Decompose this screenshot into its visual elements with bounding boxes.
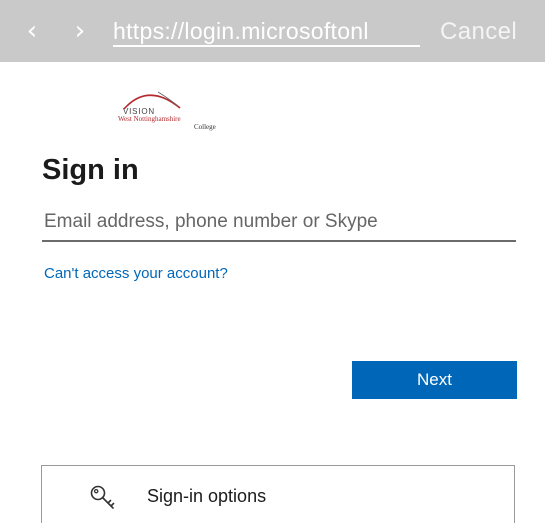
cancel-button[interactable]: Cancel	[440, 17, 517, 47]
page-title: Sign in	[42, 154, 139, 186]
logo-college-suffix: College	[194, 123, 216, 131]
sign-in-options-label: Sign-in options	[147, 486, 267, 506]
browser-toolbar: ‹ › https://login.microsoftonl Cancel	[0, 0, 545, 62]
next-button[interactable]: Next	[352, 361, 517, 399]
chevron-right-icon[interactable]: ›	[66, 14, 94, 48]
email-input[interactable]	[42, 204, 516, 242]
sign-in-page: ‹ › https://login.microsoftonl Cancel VI…	[0, 0, 545, 523]
cant-access-account-link[interactable]: Can't access your account?	[44, 265, 228, 283]
url-underline	[113, 45, 420, 47]
chevron-left-icon[interactable]: ‹	[18, 14, 46, 48]
url-field[interactable]: https://login.microsoftonl	[113, 17, 425, 45]
logo-college-name: West Nottinghamshire	[118, 115, 181, 123]
sign-in-options-button[interactable]: Sign-in options	[41, 465, 515, 523]
college-logo: VISION West Nottinghamshire College	[118, 82, 238, 138]
key-icon	[90, 485, 115, 509]
